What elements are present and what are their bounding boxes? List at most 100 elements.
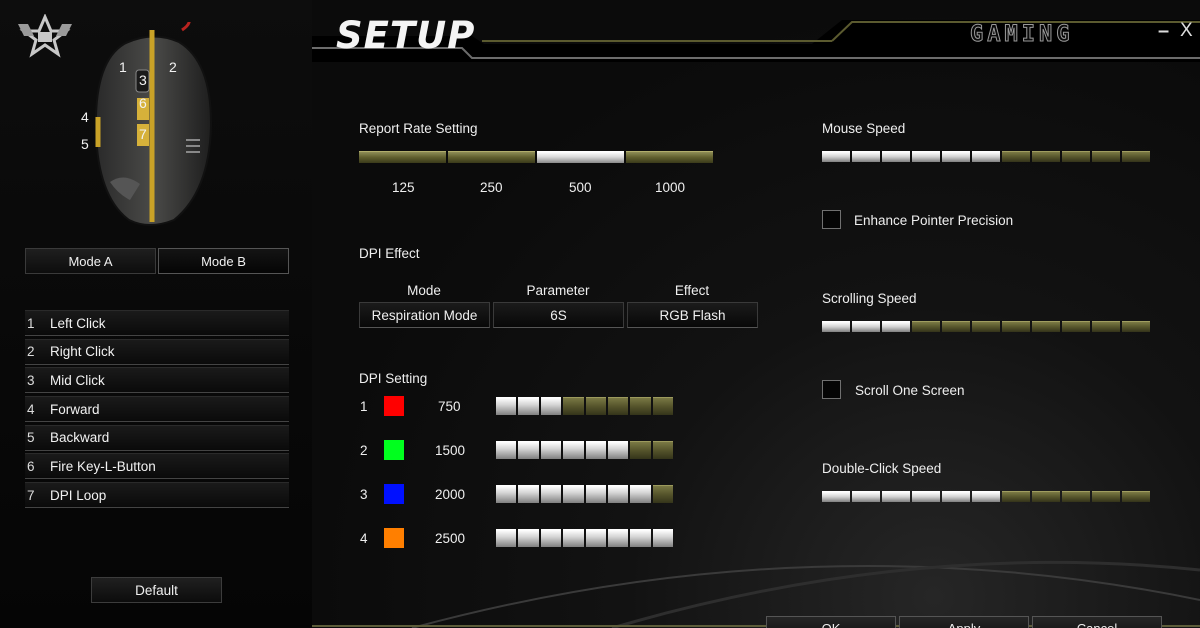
dpi-effect-header-parameter: Parameter <box>526 283 590 298</box>
speed-slider-segment[interactable] <box>942 151 970 162</box>
report-rate-label: Report Rate Setting <box>359 121 478 136</box>
dpi-slider-segment[interactable] <box>630 441 651 459</box>
report-rate-value-1000: 1000 <box>655 180 686 195</box>
dpi-slider-segment[interactable] <box>630 397 651 415</box>
dpi-effect-header-mode: Mode <box>407 283 441 298</box>
cancel-button[interactable]: Cancel <box>1032 616 1162 628</box>
default-button[interactable]: Default <box>91 577 222 603</box>
speed-slider-segment[interactable] <box>912 151 940 162</box>
speed-slider-segment[interactable] <box>1122 151 1150 162</box>
button-item-7[interactable]: 7 DPI Loop <box>25 482 289 509</box>
dpi-effect-header-effect: Effect <box>674 283 710 298</box>
report-rate-value-250: 250 <box>480 180 503 195</box>
button-label: Backward <box>50 430 110 446</box>
speed-slider-segment[interactable] <box>1032 151 1060 162</box>
speed-slider-segment[interactable] <box>1062 151 1090 162</box>
button-label: Fire Key-L-Button <box>50 458 156 474</box>
mouse-speed-label: Mouse Speed <box>822 121 906 136</box>
dpi-level-value: 750 <box>438 399 461 414</box>
speed-slider-segment[interactable] <box>912 321 940 332</box>
button-number: 4 <box>27 401 35 417</box>
speed-slider-segment[interactable] <box>1122 321 1150 332</box>
dpi-level-value: 1500 <box>435 443 466 458</box>
speed-slider-segment[interactable] <box>1002 321 1030 332</box>
setup-panel: SETUP GAMING – X Report Rate Setting 125… <box>312 0 1200 628</box>
report-rate-option-500[interactable] <box>537 151 624 163</box>
button-number: 7 <box>27 487 35 503</box>
mouse-label-6: 6 <box>139 95 147 111</box>
speed-slider-segment[interactable] <box>972 321 1000 332</box>
dpi-slider-segment[interactable] <box>518 397 539 415</box>
speed-slider-segment[interactable] <box>1092 151 1120 162</box>
speed-slider-segment[interactable] <box>942 321 970 332</box>
dpi-slider-segment[interactable] <box>652 441 674 459</box>
sidebar: 1 2 3 4 5 6 7 Mode A Mode B 1 Left Click … <box>0 0 312 628</box>
button-assignment-list: 1 Left Click 2 Right Click 3 Mid Click 4 For… <box>25 310 289 511</box>
dpi-slider-segment[interactable] <box>563 397 584 415</box>
scrolling-speed-label: Scrolling Speed <box>822 291 917 306</box>
scroll-one-screen-label: Scroll One Screen <box>855 383 965 398</box>
button-label: Mid Click <box>50 372 105 388</box>
dpi-slider-segment[interactable] <box>540 441 562 459</box>
apply-button[interactable]: Apply <box>899 616 1029 628</box>
dpi-slider-segment[interactable] <box>518 441 539 459</box>
mouse-label-4: 4 <box>81 109 89 125</box>
mouse-speed-slider[interactable] <box>822 151 1150 162</box>
dpi-level-2-slider[interactable] <box>496 441 674 459</box>
dpi-level-number: 1 <box>360 399 368 414</box>
dpi-slider-segment[interactable] <box>607 441 629 459</box>
background-swoosh <box>312 560 1200 628</box>
dpi-slider-segment[interactable] <box>496 397 517 415</box>
speed-slider-segment[interactable] <box>1062 321 1090 332</box>
enhance-precision-checkbox[interactable] <box>822 210 841 229</box>
dpi-slider-segment[interactable] <box>585 441 606 459</box>
button-item-3[interactable]: 3 Mid Click <box>25 367 289 394</box>
speed-slider-segment[interactable] <box>852 321 880 332</box>
dpi-slider-segment[interactable] <box>563 441 584 459</box>
dpi-slider-segment[interactable] <box>496 441 517 459</box>
mode-b-button[interactable]: Mode B <box>158 248 289 274</box>
report-rate-option-250[interactable] <box>448 151 535 163</box>
close-button[interactable]: X <box>1180 20 1193 42</box>
scroll-one-screen-checkbox[interactable] <box>822 380 841 399</box>
dpi-level-1-slider[interactable] <box>496 397 674 415</box>
button-item-5[interactable]: 5 Backward <box>25 424 289 451</box>
button-item-6[interactable]: 6 Fire Key-L-Button <box>25 453 289 480</box>
button-label: Left Click <box>50 315 106 331</box>
dpi-slider-segment[interactable] <box>585 397 606 415</box>
button-item-2[interactable]: 2 Right Click <box>25 338 289 365</box>
dpi-slider-segment[interactable] <box>652 397 674 415</box>
dpi-slider-segment[interactable] <box>540 397 562 415</box>
dpi-level-1-color-swatch[interactable] <box>384 396 404 416</box>
speed-slider-segment[interactable] <box>972 151 1000 162</box>
dpi-level-2-color-swatch[interactable] <box>384 440 404 460</box>
mode-a-button[interactable]: Mode A <box>25 248 156 274</box>
dpi-effect-effect-select[interactable]: RGB Flash <box>627 302 758 328</box>
speed-slider-segment[interactable] <box>1032 321 1060 332</box>
mouse-label-7: 7 <box>139 126 147 142</box>
button-number: 5 <box>27 430 35 446</box>
speed-slider-segment[interactable] <box>882 321 910 332</box>
speed-slider-segment[interactable] <box>882 151 910 162</box>
dpi-effect-parameter-select[interactable]: 6S <box>493 302 624 328</box>
button-item-4[interactable]: 4 Forward <box>25 396 289 423</box>
button-item-1[interactable]: 1 Left Click <box>25 310 289 336</box>
dpi-effect-mode-select[interactable]: Respiration Mode <box>359 302 490 328</box>
minimize-button[interactable]: – <box>1158 20 1169 43</box>
button-label: Right Click <box>50 344 115 360</box>
speed-slider-segment[interactable] <box>852 151 880 162</box>
dpi-slider-segment[interactable] <box>607 397 629 415</box>
button-number: 2 <box>27 344 35 360</box>
mouse-label-3: 3 <box>139 72 147 88</box>
ok-button[interactable]: OK <box>766 616 896 628</box>
button-label: DPI Loop <box>50 487 107 503</box>
speed-slider-segment[interactable] <box>1092 321 1120 332</box>
speed-slider-segment[interactable] <box>822 151 850 162</box>
speed-slider-segment[interactable] <box>1002 151 1030 162</box>
scrolling-speed-slider[interactable] <box>822 321 1150 332</box>
speed-slider-segment[interactable] <box>822 321 850 332</box>
mouse-label-2: 2 <box>169 59 177 75</box>
button-label: Forward <box>50 401 100 417</box>
report-rate-option-125[interactable] <box>359 151 446 163</box>
report-rate-option-1000[interactable] <box>626 151 713 163</box>
